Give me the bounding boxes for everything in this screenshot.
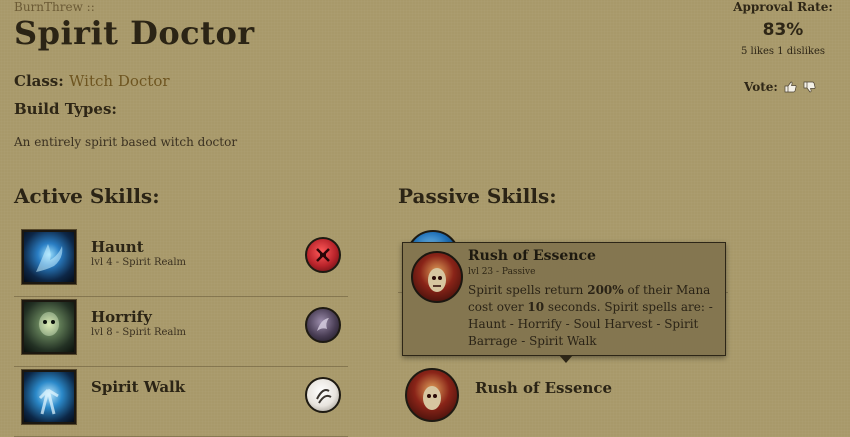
active-skill-spirit-walk[interactable]: Spirit Walk <box>14 366 348 437</box>
class-value-link[interactable]: Witch Doctor <box>69 72 170 90</box>
skill-tooltip: Rush of Essence lvl 23 - Passive Spirit … <box>402 242 726 363</box>
vote-label: Vote: <box>744 80 778 94</box>
tooltip-value: 10 <box>527 300 545 314</box>
passive-skill-rush-of-essence[interactable]: Rush of Essence <box>398 362 728 422</box>
skill-rune: lvl 4 - Spirit Realm <box>91 257 187 268</box>
approval-label: Approval Rate: <box>733 0 833 14</box>
dislikes-count: 1 dislikes <box>777 46 825 57</box>
skill-name: Horrify <box>91 308 152 326</box>
passive-skills-heading: Passive Skills: <box>398 184 557 208</box>
class-label: Class: <box>14 72 64 90</box>
rush-of-essence-tooltip-icon <box>411 251 463 303</box>
passive-skill-name: Rush of Essence <box>475 379 613 397</box>
vote-counts: 5 likes 1 dislikes <box>728 46 838 57</box>
class-line: Class: Witch Doctor <box>14 72 170 90</box>
build-types-label: Build Types: <box>14 100 117 118</box>
skill-rune: lvl 8 - Spirit Realm <box>91 327 187 338</box>
approval-percent: 83% <box>762 20 804 40</box>
rune-red-icon[interactable] <box>305 237 341 273</box>
tooltip-description: Spirit spells return 200% of their Mana … <box>468 282 718 350</box>
tooltip-title: Rush of Essence <box>468 248 596 264</box>
tooltip-arrow <box>559 355 573 363</box>
page-title: Spirit Doctor <box>14 14 255 52</box>
rune-white-icon[interactable] <box>305 377 341 413</box>
tooltip-value: 200% <box>587 283 624 297</box>
rush-of-essence-icon <box>405 368 459 422</box>
haunt-icon <box>22 230 76 284</box>
skill-name: Haunt <box>91 238 144 256</box>
skill-name: Spirit Walk <box>91 378 186 396</box>
active-skills-heading: Active Skills: <box>14 184 160 208</box>
tooltip-subtitle: lvl 23 - Passive <box>468 267 536 277</box>
thumbs-down-icon[interactable] <box>803 81 816 93</box>
vote-bar: Vote: <box>744 80 816 94</box>
tooltip-text: Spirit spells return <box>468 283 588 297</box>
approval-rating: Approval Rate: 83% 5 likes 1 dislikes <box>728 0 838 57</box>
active-skill-haunt[interactable]: Haunt lvl 4 - Spirit Realm <box>14 226 348 297</box>
active-skill-horrify[interactable]: Horrify lvl 8 - Spirit Realm <box>14 296 348 367</box>
horrify-icon <box>22 300 76 354</box>
likes-count: 5 likes <box>740 46 775 57</box>
author-link[interactable]: BurnThrew :: <box>14 0 95 14</box>
thumbs-up-icon[interactable] <box>784 81 797 93</box>
rune-purple-icon[interactable] <box>305 307 341 343</box>
spirit-walk-icon <box>22 370 76 424</box>
build-description: An entirely spirit based witch doctor <box>14 135 238 149</box>
